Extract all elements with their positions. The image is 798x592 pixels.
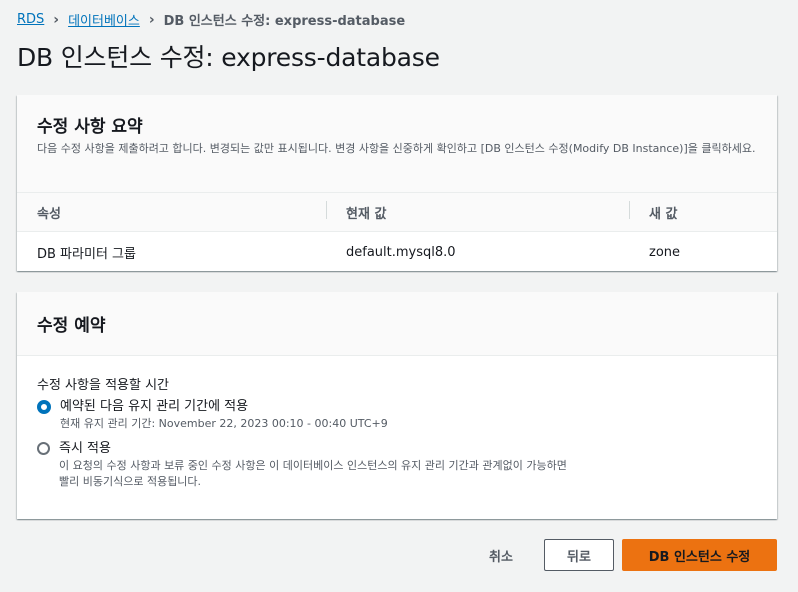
schedule-header: 수정 예약 <box>17 292 777 356</box>
cell-new-value: zone <box>649 244 681 260</box>
breadcrumb-link-databases[interactable]: 데이터베이스 <box>68 10 140 29</box>
radio-description-maintenance-window: 현재 유지 관리 기간: November 22, 2023 00:10 - 0… <box>60 417 388 430</box>
breadcrumb-link-rds[interactable]: RDS <box>17 12 44 27</box>
column-header-attribute: 속성 <box>37 206 61 222</box>
schedule-title: 수정 예약 <box>37 316 106 336</box>
back-button[interactable]: 뒤로 <box>544 539 614 571</box>
apply-time-label: 수정 사항을 적용할 시간 <box>37 378 169 393</box>
chevron-right-icon: › <box>53 11 60 28</box>
cell-current-value: default.mysql8.0 <box>346 244 456 260</box>
summary-header: 수정 사항 요약 다음 수정 사항을 제출하려고 합니다. 변경되는 값만 표시… <box>17 95 777 193</box>
radio-description-immediately: 이 요청의 수정 사항과 보류 중인 수정 사항은 이 데이터베이스 인스턴스의… <box>59 459 567 488</box>
breadcrumb: RDS › 데이터베이스 › DB 인스턴스 수정: express-datab… <box>17 10 406 30</box>
schedule-body: 수정 사항을 적용할 시간 예약된 다음 유지 관리 기간에 적용 현재 유지 … <box>17 356 777 490</box>
cell-attribute: DB 파라미터 그룹 <box>37 246 136 262</box>
radio-option-immediately[interactable]: 즉시 적용 이 요청의 수정 사항과 보류 중인 수정 사항은 이 데이터베이스… <box>37 440 757 490</box>
summary-description: 다음 수정 사항을 제출하려고 합니다. 변경되는 값만 표시됩니다. 변경 사… <box>37 142 756 155</box>
schedule-card: 수정 예약 수정 사항을 적용할 시간 예약된 다음 유지 관리 기간에 적용 … <box>17 292 777 519</box>
summary-card: 수정 사항 요약 다음 수정 사항을 제출하려고 합니다. 변경되는 값만 표시… <box>17 95 777 271</box>
table-header: 속성 현재 값 새 값 <box>17 193 777 232</box>
radio-option-maintenance-window[interactable]: 예약된 다음 유지 관리 기간에 적용 현재 유지 관리 기간: Novembe… <box>37 398 757 432</box>
radio-button-maintenance-window[interactable] <box>37 400 51 414</box>
page-title: DB 인스턴스 수정: express-database <box>17 43 440 72</box>
radio-button-immediately[interactable] <box>37 442 50 455</box>
radio-label-immediately: 즉시 적용 <box>59 441 111 456</box>
breadcrumb-current: DB 인스턴스 수정: express-database <box>163 14 406 29</box>
chevron-right-icon: › <box>148 11 155 28</box>
radio-label-maintenance-window: 예약된 다음 유지 관리 기간에 적용 <box>60 399 249 414</box>
cancel-button[interactable]: 취소 <box>472 539 530 571</box>
table-row: DB 파라미터 그룹 default.mysql8.0 zone <box>17 232 777 272</box>
modify-db-instance-button[interactable]: DB 인스턴스 수정 <box>622 539 777 571</box>
column-header-current-value: 현재 값 <box>326 200 629 222</box>
column-header-new-value: 새 값 <box>629 200 777 222</box>
summary-title: 수정 사항 요약 <box>37 117 143 137</box>
